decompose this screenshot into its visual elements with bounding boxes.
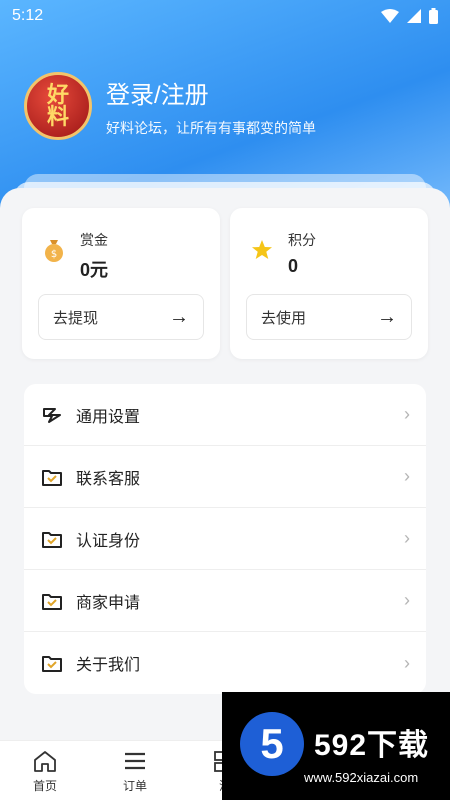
menu-label: 联系客服 <box>76 470 141 488</box>
reward-label: 赏金 <box>80 232 108 248</box>
signal-icon <box>407 9 421 23</box>
main-content: $ 赏金 0元 去提现 → 积分 0 去使用 → 通用设置 › 联系客服 › 认… <box>0 188 450 748</box>
menu-item-merchant-apply[interactable]: 商家申请 › <box>24 570 426 632</box>
slogan: 好料论坛，让所有有事都变的简单 <box>106 119 316 136</box>
watermark-badge: 5 <box>240 712 304 776</box>
points-value: 0 <box>288 256 299 276</box>
status-bar: 5:12 <box>0 0 450 32</box>
menu-item-about-us[interactable]: 关于我们 › <box>24 632 426 694</box>
menu-item-general-settings[interactable]: 通用设置 › <box>24 384 426 446</box>
folder-check-icon <box>40 527 64 551</box>
menu-item-verify-identity[interactable]: 认证身份 › <box>24 508 426 570</box>
folder-check-icon <box>40 465 64 489</box>
tab-label: 首页 <box>32 778 57 793</box>
chevron-right-icon: › <box>404 590 410 610</box>
avatar[interactable]: 好料 <box>24 72 92 140</box>
points-label: 积分 <box>288 232 316 248</box>
list-icon <box>123 748 147 774</box>
profile-section[interactable]: 好料 登录/注册 好料论坛，让所有有事都变的简单 <box>24 72 316 140</box>
arrow-right-icon: → <box>377 305 397 328</box>
points-card: 积分 0 去使用 → <box>230 208 428 359</box>
withdraw-button[interactable]: 去提现 → <box>38 294 204 340</box>
tab-orders[interactable]: 订单 <box>90 741 180 800</box>
home-icon <box>33 748 57 774</box>
wifi-icon <box>381 9 399 23</box>
menu-label: 关于我们 <box>76 657 141 674</box>
settings-menu: 通用设置 › 联系客服 › 认证身份 › 商家申请 › 关于我们 › <box>24 384 426 694</box>
status-time: 5:12 <box>12 7 44 24</box>
chevron-right-icon: › <box>404 652 410 673</box>
avatar-text: 好料 <box>46 82 69 130</box>
menu-label: 认证身份 <box>76 532 141 550</box>
arrow-right-icon: → <box>169 305 189 328</box>
battery-icon <box>429 8 438 24</box>
tab-home[interactable]: 首页 <box>0 741 90 800</box>
menu-item-contact-service[interactable]: 联系客服 › <box>24 446 426 508</box>
star-icon <box>250 238 274 262</box>
use-points-button[interactable]: 去使用 → <box>246 294 412 340</box>
use-points-label: 去使用 <box>261 309 307 327</box>
folder-check-icon <box>40 651 64 675</box>
tab-label: 订单 <box>122 778 147 793</box>
menu-label: 通用设置 <box>76 408 141 426</box>
withdraw-label: 去提现 <box>53 309 99 327</box>
watermark-url: www.592xiazai.com <box>304 770 419 785</box>
chevron-right-icon: › <box>404 404 410 424</box>
login-register-link[interactable]: 登录/注册 <box>106 75 316 110</box>
menu-label: 商家申请 <box>76 594 141 612</box>
reward-card: $ 赏金 0元 去提现 → <box>22 208 220 359</box>
chevron-right-icon: › <box>404 528 410 548</box>
watermark-title: 592下载 <box>314 729 430 762</box>
watermark-logo: 5 592下载 www.592xiazai.com <box>222 692 450 800</box>
folder-check-icon <box>40 589 64 613</box>
reward-value: 0元 <box>80 260 109 280</box>
svg-text:$: $ <box>51 249 57 260</box>
money-bag-icon: $ <box>42 238 66 262</box>
chevron-right-icon: › <box>404 466 410 486</box>
settings-icon <box>40 403 64 427</box>
